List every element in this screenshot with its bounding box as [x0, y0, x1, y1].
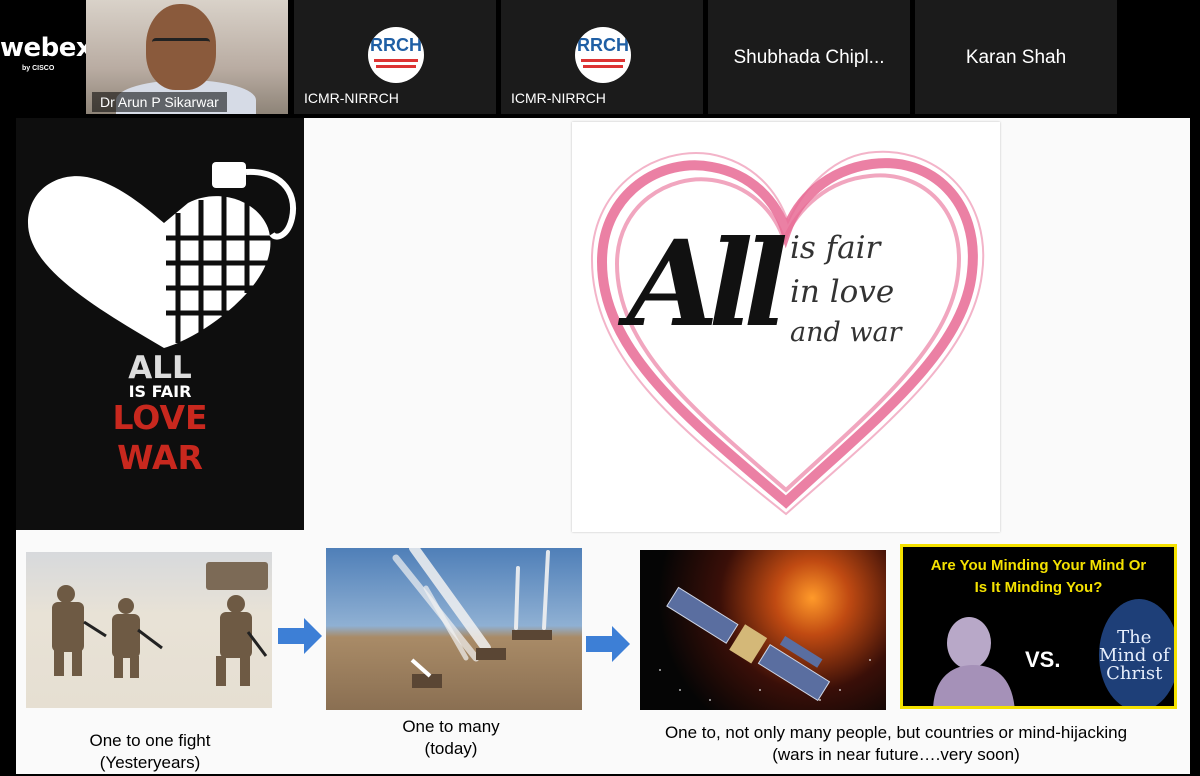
caption-line-2: (today)	[424, 739, 478, 758]
caption-line-1: One to, not only many people, but countr…	[664, 723, 1128, 742]
missile-launch-photo	[326, 548, 582, 710]
org-logo-text: RRCH	[370, 35, 422, 55]
heart-line-2: in love	[790, 274, 895, 310]
heart-line-1: is fair	[790, 230, 881, 266]
soldiers-icon	[52, 562, 268, 686]
caption-line-1: One to many	[402, 717, 500, 736]
versus-label: VS.	[1025, 647, 1061, 672]
mind-image: Are You Minding Your Mind Or Is It Mindi…	[900, 544, 1177, 709]
participant-glasses	[152, 38, 210, 55]
org-logo-text: RRCH	[577, 35, 629, 55]
satellite-explosion-photo	[640, 550, 886, 710]
caption-line-1: One to one fight	[89, 731, 211, 750]
webex-logo-sub: by CISCO	[22, 65, 55, 72]
participant-name: Shubhada Chipl...	[733, 47, 885, 68]
heart-big-text: All	[627, 214, 788, 353]
mind-of-christ-title: The Mind of Christ	[1099, 629, 1170, 683]
soldiers-photo	[26, 552, 272, 708]
participant-name: Karan Shah	[965, 47, 1067, 68]
participant-tile[interactable]: Karan Shah	[915, 0, 1117, 114]
participant-name: ICMR-NIRRCH	[304, 90, 399, 106]
participant-video-tile[interactable]: Dr Arun P Sikarwar	[86, 0, 288, 114]
caption-future-wars: One to, not only many people, but countr…	[608, 722, 1184, 766]
satellite-icon	[659, 586, 871, 702]
arrow-right-icon	[586, 626, 630, 662]
participant-tile[interactable]: Shubhada Chipl...	[708, 0, 910, 114]
participant-tile[interactable]: RRCH ICMR-NIRRCH	[501, 0, 703, 114]
caption-line-2: (wars in near future….very soon)	[772, 745, 1020, 764]
missile-icon	[392, 548, 552, 688]
heart-image: All is fair in love and war	[572, 122, 1000, 532]
love-war-poster: ALL IS FAIR LOVE WAR	[16, 118, 304, 530]
christ-line-3: Christ	[1106, 663, 1163, 684]
poster-line-love: LOVE	[112, 398, 208, 437]
heart-line-3: and war	[790, 317, 902, 348]
poster-line-war: WAR	[117, 438, 203, 477]
poster-line-all: ALL	[128, 350, 192, 386]
caption-one-to-many: One to many (today)	[346, 716, 556, 760]
participant-tile[interactable]: RRCH ICMR-NIRRCH	[294, 0, 496, 114]
participant-name: ICMR-NIRRCH	[511, 90, 606, 106]
shared-slide: ALL IS FAIR LOVE WAR All is fair in love…	[16, 118, 1190, 774]
org-logo-icon: RRCH	[368, 27, 424, 83]
caption-line-2: (Yesteryears)	[99, 753, 201, 772]
arrow-right-icon	[278, 618, 322, 654]
participant-name: Dr Arun P Sikarwar	[92, 92, 227, 112]
heart-grenade-icon	[28, 162, 297, 348]
org-logo-icon: RRCH	[575, 27, 631, 83]
caption-one-to-one: One to one fight (Yesteryears)	[30, 730, 270, 774]
webex-logo-text: webex	[0, 33, 93, 63]
webex-logo: webex by CISCO	[0, 25, 93, 85]
